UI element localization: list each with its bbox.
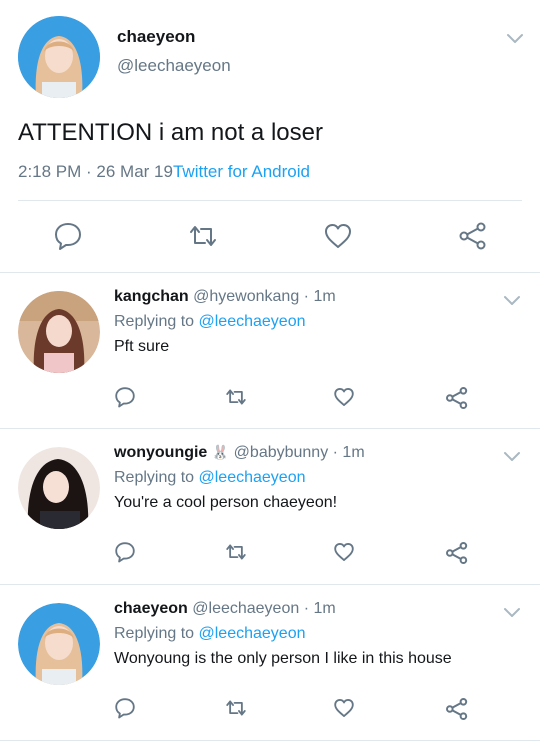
reply-avatar-chaeyeon[interactable] (18, 603, 100, 685)
replying-to-line: Replying to @leechaeyeon (114, 313, 305, 331)
share-icon[interactable] (458, 221, 488, 256)
like-icon[interactable] (333, 541, 355, 568)
retweet-icon[interactable] (224, 386, 248, 413)
main-tweet-avatar[interactable] (18, 16, 100, 98)
replying-to-label: Replying to (114, 469, 199, 486)
reply-header: wonyoungie 🐰 @babybunny · 1m (114, 444, 365, 462)
replying-to-line: Replying to @leechaeyeon (114, 625, 305, 643)
like-icon[interactable] (333, 386, 355, 413)
reply-display-name[interactable]: wonyoungie (114, 444, 207, 461)
reply-icon[interactable] (53, 221, 83, 256)
like-icon[interactable] (333, 697, 355, 724)
main-tweet-meta: 2:18 PM · 26 Mar 19Twitter for Android (18, 162, 310, 182)
chevron-down-icon[interactable] (502, 294, 522, 313)
main-tweet-text: ATTENTION i am not a loser (18, 119, 323, 146)
share-icon[interactable] (445, 541, 469, 570)
reply-header: chaeyeon @leechaeyeon · 1m (114, 600, 336, 618)
reply-tweet[interactable]: chaeyeon @leechaeyeon · 1m Replying to @… (0, 585, 540, 740)
divider (0, 740, 540, 741)
chevron-down-icon[interactable] (505, 32, 525, 51)
chevron-down-icon[interactable] (502, 606, 522, 625)
reply-tweet[interactable]: wonyoungie 🐰 @babybunny · 1m Replying to… (0, 429, 540, 584)
main-tweet-time[interactable]: 2:18 PM · 26 Mar 19 (18, 162, 173, 181)
share-icon[interactable] (445, 386, 469, 415)
reply-handle[interactable]: @babybunny · 1m (234, 444, 365, 461)
chevron-down-icon[interactable] (502, 450, 522, 469)
reply-icon[interactable] (114, 541, 136, 568)
reply-icon[interactable] (114, 386, 136, 413)
reply-text: Pft sure (114, 338, 170, 355)
reply-text: You're a cool person chaeyeon! (114, 494, 338, 511)
reply-display-name[interactable]: kangchan (114, 288, 189, 305)
reply-tweet[interactable]: kangchan @hyewonkang · 1m Replying to @l… (0, 273, 540, 428)
like-icon[interactable] (323, 221, 353, 256)
bunny-emoji: 🐰 (211, 444, 230, 460)
retweet-icon[interactable] (224, 697, 248, 724)
reply-header: kangchan @hyewonkang · 1m (114, 288, 336, 306)
main-tweet-source[interactable]: Twitter for Android (173, 162, 310, 181)
reply-handle[interactable]: @hyewonkang · 1m (193, 288, 336, 305)
replying-to-mention[interactable]: @leechaeyeon (199, 469, 306, 486)
replying-to-line: Replying to @leechaeyeon (114, 469, 305, 487)
divider (18, 200, 522, 201)
retweet-icon[interactable] (187, 221, 219, 256)
reply-text: Wonyoung is the only person I like in th… (114, 650, 452, 667)
share-icon[interactable] (445, 697, 469, 726)
reply-handle[interactable]: @leechaeyeon · 1m (192, 600, 335, 617)
reply-icon[interactable] (114, 697, 136, 724)
retweet-icon[interactable] (224, 541, 248, 568)
replying-to-label: Replying to (114, 313, 199, 330)
replying-to-label: Replying to (114, 625, 199, 642)
main-tweet-display-name[interactable]: chaeyeon (117, 27, 195, 47)
replying-to-mention[interactable]: @leechaeyeon (199, 313, 306, 330)
reply-avatar-kangchan[interactable] (18, 291, 100, 373)
reply-avatar-wonyoungie[interactable] (18, 447, 100, 529)
replying-to-mention[interactable]: @leechaeyeon (199, 625, 306, 642)
reply-display-name[interactable]: chaeyeon (114, 600, 188, 617)
main-tweet-handle[interactable]: @leechaeyeon (117, 56, 231, 76)
